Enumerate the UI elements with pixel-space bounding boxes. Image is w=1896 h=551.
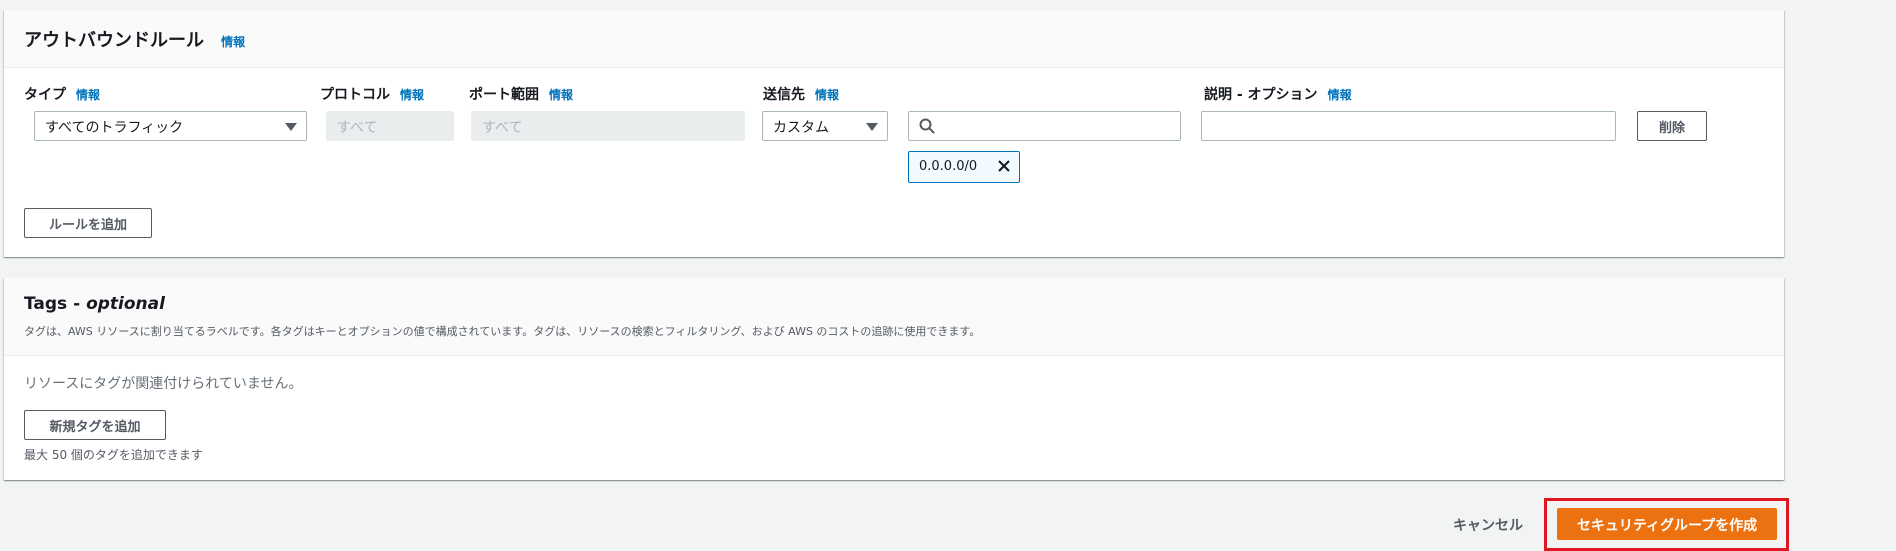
destination-select[interactable]: カスタム: [762, 111, 888, 141]
protocol-label: プロトコル 情報: [320, 84, 424, 104]
outbound-rules-info-link[interactable]: 情報: [221, 35, 245, 49]
cidr-token-label: 0.0.0.0/0: [919, 159, 978, 174]
tags-title-text: Tags -: [24, 294, 87, 314]
close-icon[interactable]: [995, 157, 1013, 175]
tags-empty-text: リソースにタグが関連付けられていません。: [24, 376, 303, 392]
outbound-rules-title: アウトバウンドルール: [24, 30, 204, 51]
type-label: タイプ 情報: [24, 84, 100, 104]
caret-down-icon: [866, 123, 878, 131]
description-info-link[interactable]: 情報: [1328, 88, 1352, 102]
description-input[interactable]: [1201, 111, 1616, 141]
tags-limit-text: 最大 50 個のタグを追加できます: [24, 448, 203, 462]
cancel-button[interactable]: キャンセル: [1453, 515, 1523, 535]
tags-header: Tags - optional タグは、AWS リソースに割り当てるラベルです。…: [4, 278, 1784, 356]
type-info-link[interactable]: 情報: [76, 88, 100, 102]
outbound-rules-header: アウトバウンドルール 情報: [4, 10, 1784, 68]
port-range-info-link[interactable]: 情報: [549, 88, 573, 102]
delete-rule-button[interactable]: 削除: [1637, 111, 1707, 141]
add-tag-button[interactable]: 新規タグを追加: [24, 410, 166, 440]
tags-title: Tags - optional: [24, 294, 1764, 314]
type-select[interactable]: すべてのトラフィック: [34, 111, 307, 141]
destination-info-link[interactable]: 情報: [815, 88, 839, 102]
protocol-input: すべて: [326, 111, 454, 141]
outbound-rules-panel: アウトバウンドルール 情報 タイプ 情報 プロトコル 情報 ポート範囲 情報 送信先情…: [4, 10, 1784, 257]
tags-title-optional: optional: [86, 294, 165, 314]
tags-panel: Tags - optional タグは、AWS リソースに割り当てるラベルです。…: [4, 278, 1784, 480]
type-select-value: すべてのトラフィック: [45, 120, 184, 136]
search-icon: [919, 118, 935, 134]
protocol-label-text: プロトコル: [320, 87, 390, 103]
protocol-input-value: すべて: [337, 120, 378, 136]
description-label-text: 説明 - オプション: [1204, 87, 1318, 103]
tags-description: タグは、AWS リソースに割り当てるラベルです。各タグはキーとオプションの値で構…: [24, 325, 981, 338]
cidr-token: 0.0.0.0/0: [908, 151, 1020, 183]
destination-label: 送信先 情報: [763, 84, 839, 104]
port-range-input-value: すべて: [482, 120, 523, 136]
port-range-label: ポート範囲 情報: [469, 84, 573, 104]
destination-select-value: カスタム: [773, 120, 829, 136]
description-label: 説明 - オプション 情報: [1204, 84, 1352, 104]
protocol-info-link[interactable]: 情報: [400, 88, 424, 102]
create-security-group-button[interactable]: セキュリティグループを作成: [1557, 508, 1777, 540]
add-rule-button[interactable]: ルールを追加: [24, 208, 152, 238]
caret-down-icon: [285, 123, 297, 131]
port-range-input: すべて: [471, 111, 745, 141]
type-label-text: タイプ: [24, 87, 66, 103]
destination-label-text: 送信先: [763, 87, 805, 103]
port-range-label-text: ポート範囲: [469, 87, 539, 103]
cidr-search-input[interactable]: [908, 111, 1181, 141]
